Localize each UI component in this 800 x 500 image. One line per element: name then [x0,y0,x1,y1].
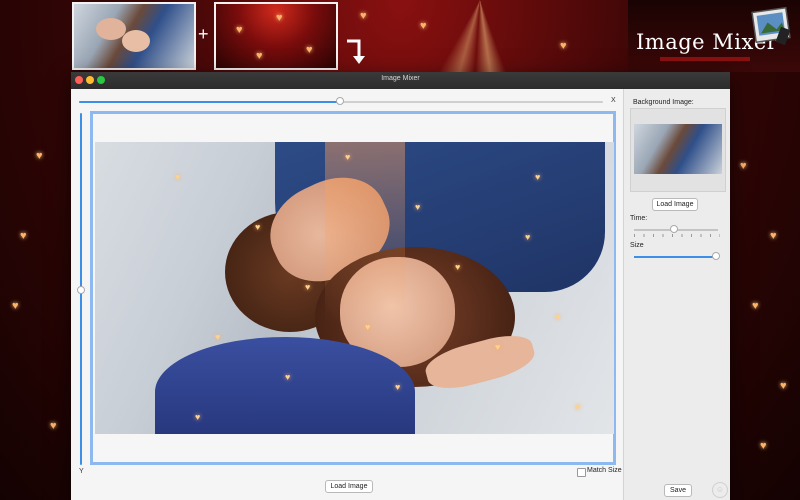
background-image-label: Background Image: [633,99,694,106]
size-label: Size [630,242,644,249]
size-slider-knob[interactable] [712,252,720,260]
background-image-preview[interactable] [630,108,726,192]
window-title: Image Mixer [381,75,420,82]
heart-sparkle: ♥ [770,230,777,242]
load-background-button[interactable]: Load Image [652,198,698,211]
heart-sparkle: ♥ [20,230,27,242]
turn-down-arrow-icon [347,39,365,64]
load-image-button[interactable]: Load Image [325,480,373,493]
match-size-checkbox[interactable] [577,468,586,477]
time-slider-knob[interactable] [670,225,678,233]
x-axis-label: X [611,97,616,104]
time-label: Time: [630,215,648,222]
image-canvas[interactable]: ♥ ♥ ♥ ♥ ♥ ♥ ♥ ♥ ♥ ♥ ♥ ♥ ♥ ♥ ♥ ♥ [90,111,616,465]
size-slider[interactable] [634,256,718,258]
brand-underline [660,57,750,61]
hearts-thumbnail: ♥ ♥ ♥ ♥ [214,2,338,70]
time-slider-ticks [634,234,720,237]
settings-sidebar: Background Image: Load Image Time: Size … [623,89,730,500]
save-button[interactable]: Save [664,484,692,497]
smiley-icon[interactable]: ☺ [712,482,728,498]
app-icon [751,6,791,46]
title-bar: Image Mixer [71,72,730,89]
match-size-label: Match Size [587,467,622,474]
app-window: Image Mixer X Y ♥ ♥ ♥ ♥ ♥ ♥ ♥ ♥ ♥ ♥ ♥ ♥ … [71,72,730,500]
heart-sparkle: ♥ [12,300,19,312]
y-axis-label: Y [79,468,84,475]
x-slider-knob[interactable] [336,97,344,105]
plus-sign: + [198,24,209,44]
couple-thumbnail [72,2,196,70]
heart-sparkle: ♥ [50,420,57,432]
heart-sparkle: ♥ [560,40,567,52]
heart-sparkle: ♥ [752,300,759,312]
heart-sparkle: ♥ [36,150,43,162]
main-panel: X Y ♥ ♥ ♥ ♥ ♥ ♥ ♥ ♥ ♥ ♥ ♥ ♥ ♥ ♥ ♥ ♥ Matc… [71,89,623,500]
light-rays [330,0,630,75]
mixed-image: ♥ ♥ ♥ ♥ ♥ ♥ ♥ ♥ ♥ ♥ ♥ ♥ ♥ ♥ ♥ ♥ [95,142,614,434]
heart-sparkle: ♥ [360,10,367,22]
heart-sparkle: ♥ [780,380,787,392]
heart-sparkle: ♥ [740,160,747,172]
heart-sparkle: ♥ [760,440,767,452]
y-slider-knob[interactable] [77,286,85,294]
x-slider-fill [79,101,341,103]
heart-sparkle: ♥ [420,20,427,32]
